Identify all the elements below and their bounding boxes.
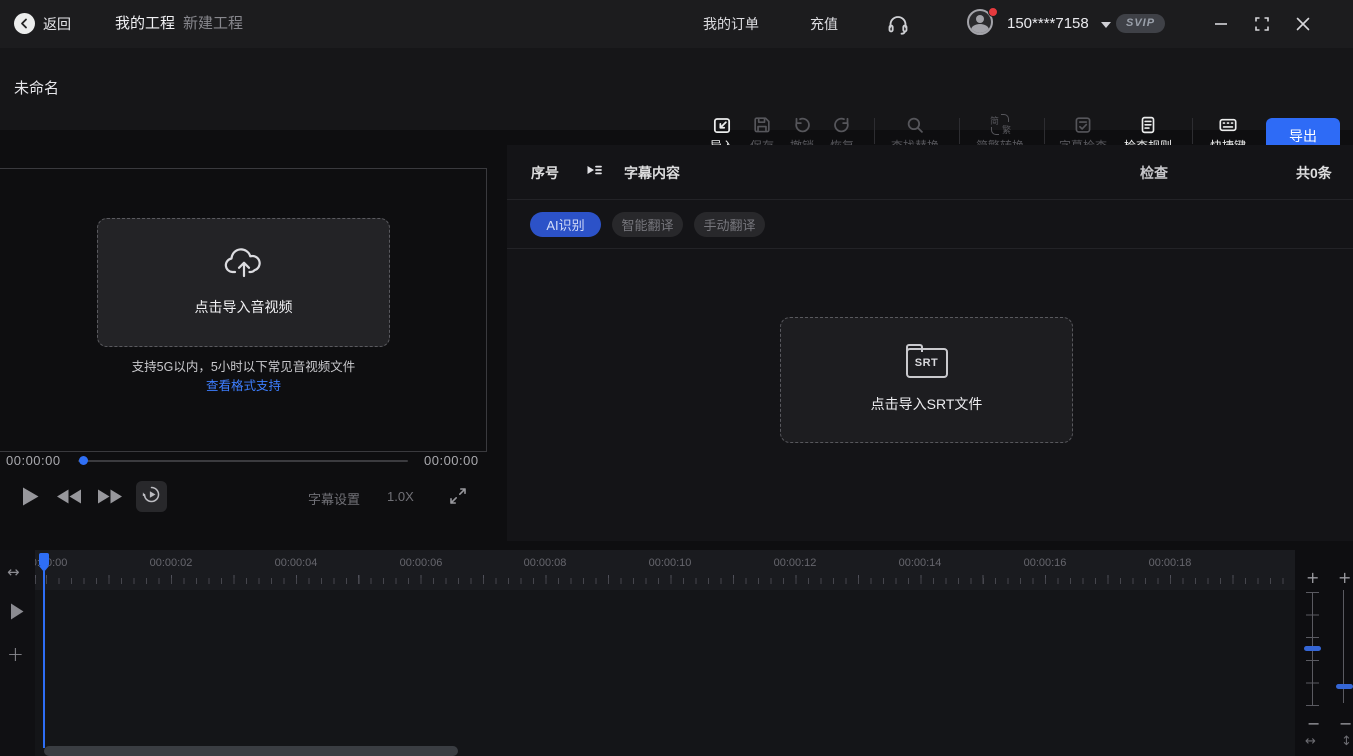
toolbar-divider — [959, 118, 960, 144]
back-button[interactable]: 返回 — [14, 13, 71, 34]
ruler-label: 00:00:16 — [1024, 557, 1067, 569]
back-icon — [14, 13, 35, 34]
timeline-scrollbar[interactable] — [44, 746, 458, 756]
vzoom-fit-icon[interactable]: ↕ — [1341, 734, 1352, 749]
panel-divider — [507, 248, 1353, 249]
top-bar: 返回 我的工程 新建工程 我的订单 充值 150****7158 SVIP — [0, 0, 1353, 48]
vzoom-out-button[interactable]: − — [1339, 716, 1352, 732]
ruler-label: 00:00:14 — [899, 557, 942, 569]
loop-play-button[interactable] — [136, 481, 167, 512]
maximize-button[interactable] — [1250, 12, 1274, 36]
tab-smart-translate[interactable]: 智能翻译 — [612, 212, 683, 237]
rewind-button[interactable] — [56, 489, 82, 509]
account-dropdown-caret-icon[interactable] — [1101, 22, 1111, 28]
my-orders-link[interactable]: 我的订单 — [703, 0, 759, 48]
cloud-upload-icon — [222, 243, 266, 286]
tab-ai-recognition[interactable]: AI识别 — [530, 212, 601, 237]
doc-rules-icon — [1116, 114, 1180, 136]
format-support-link[interactable]: 查看格式支持 — [206, 379, 281, 393]
hzoom-fit-icon[interactable]: ↔ — [1305, 734, 1316, 749]
close-button[interactable] — [1291, 12, 1315, 36]
project-title[interactable]: 未命名 — [14, 48, 59, 130]
loop-play-icon — [142, 485, 161, 509]
ruler-label: 00:00:08 — [524, 557, 567, 569]
column-index-header: 序号 — [531, 163, 559, 183]
hzoom-out-button[interactable]: − — [1307, 716, 1320, 732]
check-action[interactable]: 检查 — [1140, 163, 1168, 183]
redo-icon — [810, 114, 874, 136]
nav-my-projects[interactable]: 我的工程 — [115, 0, 175, 48]
minimize-button[interactable] — [1209, 12, 1233, 36]
timeline-area: 00:00:00 00:00:02 00:00:04 00:00:06 00:0… — [0, 550, 1353, 756]
editor-toolbar: 未命名 导入 保存 — [0, 48, 1353, 130]
ruler-label: 00:00:02 — [150, 557, 193, 569]
toolbar-divider — [874, 118, 875, 144]
seek-bar[interactable] — [78, 460, 408, 462]
toolbar-divider — [1044, 118, 1045, 144]
recharge-link[interactable]: 充值 — [810, 0, 838, 48]
hzoom-in-button[interactable]: + — [1306, 570, 1319, 586]
vip-badge: SVIP — [1116, 14, 1165, 33]
nav-new-project[interactable]: 新建工程 — [183, 0, 243, 48]
ruler-label: 00:00:12 — [774, 557, 817, 569]
notification-dot — [988, 7, 998, 17]
ruler-label: 00:00:04 — [275, 557, 318, 569]
hzoom-slider-handle[interactable] — [1304, 646, 1321, 651]
play-button[interactable] — [22, 487, 39, 511]
seek-handle[interactable] — [79, 456, 88, 465]
subtitle-count: 共0条 — [1296, 163, 1332, 183]
app-window: 返回 我的工程 新建工程 我的订单 充值 150****7158 SVIP — [0, 0, 1353, 756]
fast-forward-button[interactable] — [97, 489, 123, 509]
search-icon — [883, 114, 947, 136]
vzoom-slider-handle[interactable] — [1336, 684, 1353, 689]
vzoom-in-button[interactable]: + — [1338, 570, 1351, 586]
format-support-link-row: 查看格式支持 — [0, 375, 487, 394]
keyboard-icon — [1196, 114, 1260, 136]
playhead-line — [43, 570, 45, 748]
import-hint: 支持5G以内，5小时以下常见音视频文件 — [0, 356, 487, 375]
subtitle-settings-button[interactable]: 字幕设置 — [308, 489, 360, 508]
track-resize-icon[interactable]: ↔ — [7, 563, 20, 581]
playhead-handle[interactable] — [39, 553, 49, 566]
back-label: 返回 — [43, 14, 71, 34]
timeline-ruler[interactable]: 00:00:00 00:00:02 00:00:04 00:00:06 00:0… — [35, 550, 1295, 590]
import-media-dropzone[interactable]: 点击导入音视频 — [97, 218, 390, 347]
account-name[interactable]: 150****7158 — [1007, 0, 1089, 48]
timeline-play-button[interactable] — [10, 603, 24, 624]
srt-badge: SRT — [915, 357, 939, 369]
current-time: 00:00:00 — [6, 453, 61, 468]
add-track-button[interactable]: + — [7, 642, 24, 666]
import-media-label: 点击导入音视频 — [98, 297, 389, 317]
fullscreen-expand-icon[interactable] — [449, 487, 467, 510]
support-headset-icon[interactable] — [886, 12, 910, 41]
jian-fan-icon: 简繁 — [968, 114, 1032, 136]
ruler-label: 00:00:18 — [1149, 557, 1192, 569]
column-content-header: 字幕内容 — [624, 163, 680, 183]
playback-speed-button[interactable]: 1.0X — [387, 489, 414, 504]
tab-manual-translate[interactable]: 手动翻译 — [694, 212, 765, 237]
ruler-label: 00:00:10 — [649, 557, 692, 569]
srt-folder-icon: SRT — [906, 348, 948, 378]
ruler-minor-ticks — [35, 578, 1295, 584]
duration-time: 00:00:00 — [424, 453, 479, 468]
toolbar-divider — [1192, 118, 1193, 144]
playlist-icon[interactable] — [585, 162, 603, 185]
doc-check-icon — [1051, 114, 1115, 136]
ruler-label: 00:00:06 — [400, 557, 443, 569]
avatar-person-icon — [976, 15, 984, 23]
import-srt-label: 点击导入SRT文件 — [781, 394, 1072, 414]
panel-divider — [507, 199, 1353, 200]
import-srt-dropzone[interactable]: SRT 点击导入SRT文件 — [780, 317, 1073, 443]
